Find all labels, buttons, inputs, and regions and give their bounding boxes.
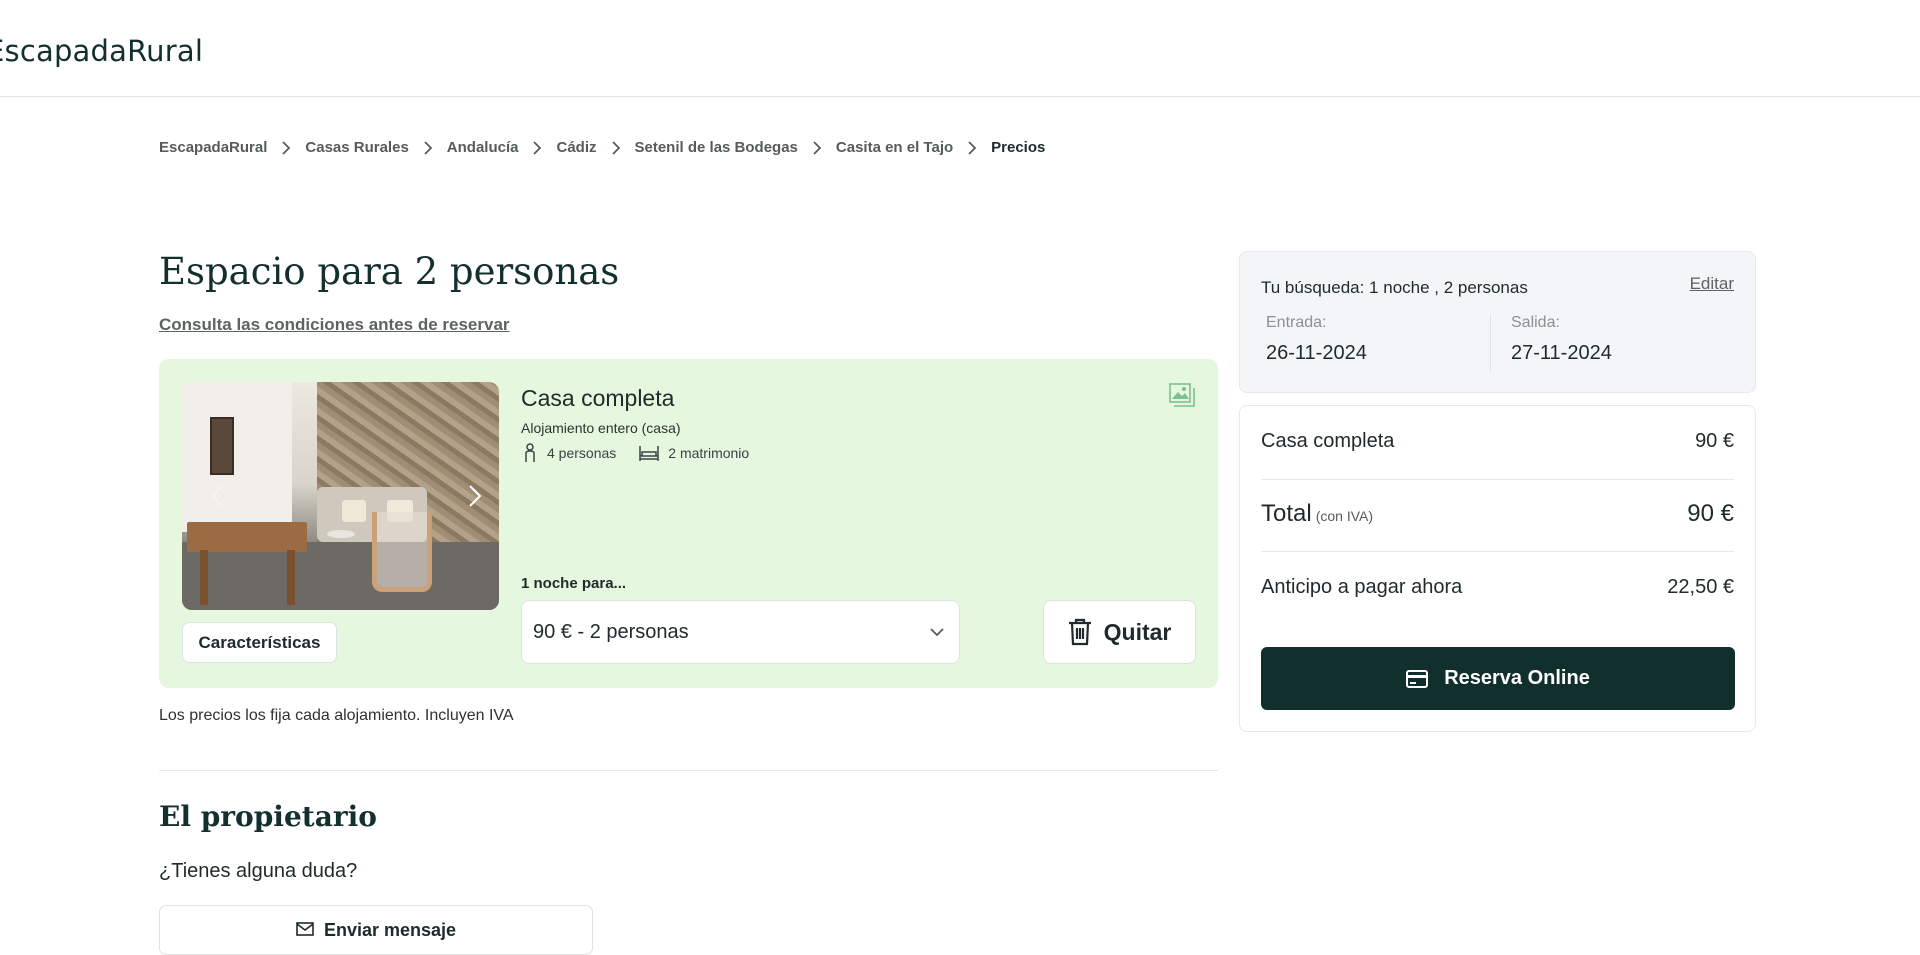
summary-line-item: Casa completa 90 €	[1261, 430, 1734, 453]
divider	[159, 770, 1218, 771]
chevron-right-icon	[469, 485, 482, 507]
trash-icon	[1068, 618, 1091, 646]
checkin-date: Entrada: 26-11-2024	[1266, 314, 1367, 365]
summary-deposit: Anticipo a pagar ahora 22,50 €	[1261, 576, 1734, 599]
mail-icon	[296, 922, 314, 936]
total-note: (con IVA)	[1315, 508, 1374, 524]
line-item-label: Casa completa	[1261, 430, 1395, 452]
chevron-right-icon	[953, 140, 991, 155]
divider	[1261, 479, 1734, 480]
breadcrumb-item[interactable]: Casas Rurales	[305, 139, 408, 156]
deposit-label: Anticipo a pagar ahora	[1261, 576, 1463, 598]
send-message-button[interactable]: Enviar mensaje	[159, 905, 593, 955]
conditions-link[interactable]: Consulta las condiciones antes de reserv…	[159, 315, 510, 335]
checkout-date: Salida: 27-11-2024	[1511, 314, 1612, 365]
chevron-right-icon	[409, 140, 447, 155]
line-item-value: 90 €	[1695, 430, 1734, 452]
deposit-value: 22,50 €	[1667, 576, 1734, 598]
breadcrumb: EscapadaRural Casas Rurales Andalucía Cá…	[159, 139, 1045, 156]
breadcrumb-current: Precios	[991, 139, 1046, 156]
breadcrumb-item[interactable]: Andalucía	[447, 139, 519, 156]
checkin-label: Entrada:	[1266, 314, 1327, 331]
remove-button[interactable]: Quitar	[1043, 600, 1196, 664]
guests-count: 4 personas	[547, 445, 617, 461]
unit-card: Características Casa completa Alojamient…	[159, 359, 1218, 688]
price-note: Los precios los fija cada alojamiento. I…	[159, 707, 514, 724]
chevron-down-icon	[930, 628, 944, 637]
photo-prev-button[interactable]	[204, 481, 230, 511]
beds-count: 2 matrimonio	[668, 445, 750, 461]
checkin-value: 26-11-2024	[1266, 342, 1367, 364]
total-value: 90 €	[1687, 500, 1734, 527]
breadcrumb-item[interactable]: Cádiz	[556, 139, 596, 156]
breadcrumb-item[interactable]: Setenil de las Bodegas	[635, 139, 798, 156]
chevron-left-icon	[210, 485, 223, 507]
gallery-icon[interactable]	[1168, 382, 1196, 408]
checkout-label: Salida:	[1511, 314, 1560, 331]
send-message-label: Enviar mensaje	[323, 920, 457, 940]
total-label: Total	[1261, 500, 1312, 527]
guests-select-value: 90 € - 2 personas	[533, 620, 689, 643]
breadcrumb-item[interactable]: Casita en el Tajo	[836, 139, 953, 156]
chevron-right-icon	[798, 140, 836, 155]
checkout-value: 27-11-2024	[1511, 342, 1612, 364]
unit-photo[interactable]	[182, 382, 499, 610]
owner-question: ¿Tienes alguna duda?	[159, 860, 358, 882]
person-icon	[525, 443, 535, 462]
photo-next-button[interactable]	[462, 481, 488, 511]
nights-label: 1 noche para...	[521, 575, 627, 592]
search-summary: Tu búsqueda: 1 noche , 2 personas	[1261, 278, 1528, 297]
page-title: Espacio para 2 personas	[159, 250, 620, 293]
credit-card-icon	[1406, 669, 1429, 688]
chevron-right-icon	[518, 140, 556, 155]
unit-specs: 4 personas 2 matrimonio	[521, 443, 771, 463]
chevron-right-icon	[597, 140, 635, 155]
chevron-right-icon	[267, 140, 305, 155]
divider	[1261, 551, 1734, 552]
search-summary-box: Tu búsqueda: 1 noche , 2 personas Editar…	[1239, 251, 1756, 393]
site-logo[interactable]: EscapadaRural	[0, 34, 203, 68]
edit-search-link[interactable]: Editar	[1690, 274, 1734, 294]
price-summary-box: Casa completa 90 € Total (con IVA) 90 € A…	[1239, 405, 1756, 732]
owner-title: El propietario	[159, 800, 377, 833]
breadcrumb-item[interactable]: EscapadaRural	[159, 139, 267, 156]
site-header: EscapadaRural	[0, 0, 1920, 97]
date-divider	[1490, 314, 1491, 372]
features-button[interactable]: Características	[182, 622, 337, 663]
book-online-button[interactable]: Reserva Online	[1261, 647, 1735, 710]
guests-select[interactable]: 90 € - 2 personas	[521, 600, 960, 664]
book-online-label: Reserva Online	[1444, 667, 1590, 689]
bed-icon	[639, 446, 660, 461]
unit-title: Casa completa	[521, 385, 675, 411]
summary-total: Total (con IVA) 90 €	[1261, 500, 1734, 528]
remove-button-label: Quitar	[1103, 618, 1172, 645]
unit-subtitle: Alojamiento entero (casa)	[521, 420, 681, 436]
